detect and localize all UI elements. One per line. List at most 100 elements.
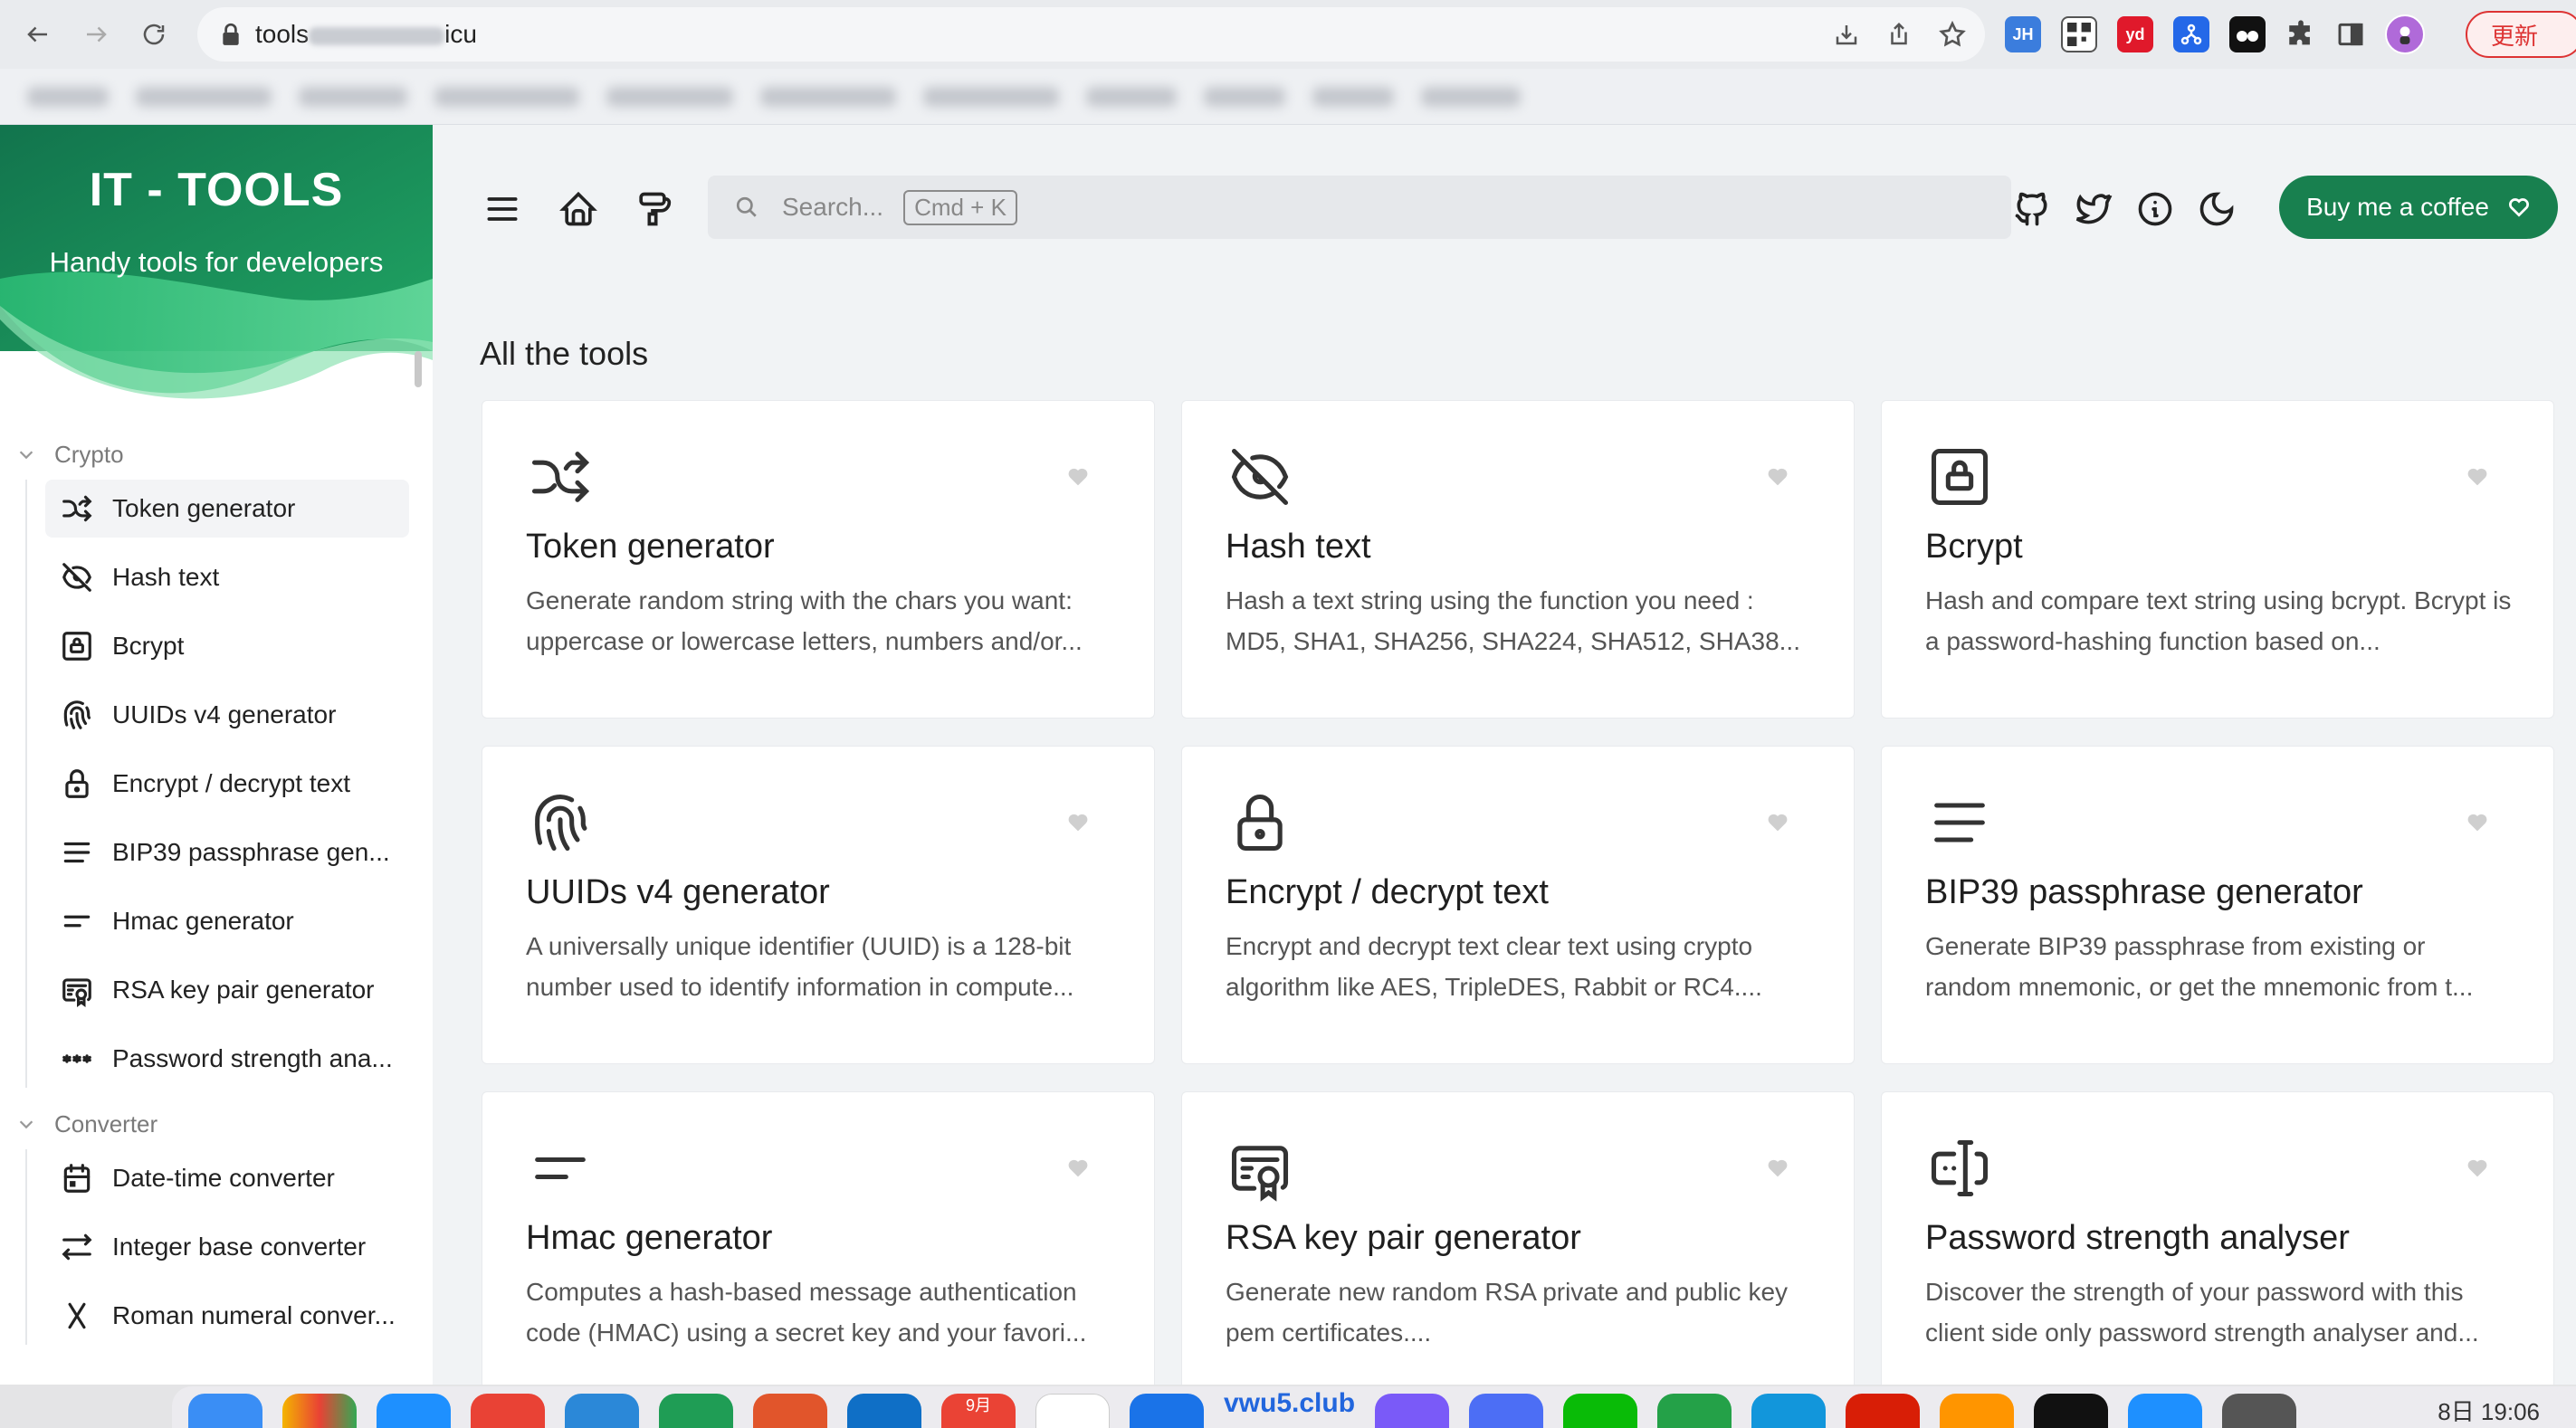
twitter-link[interactable] — [2062, 177, 2125, 241]
tool-card-encrypt-decrypt-text[interactable]: Encrypt / decrypt text Encrypt and decry… — [1181, 746, 1855, 1064]
tool-card-token-generator[interactable]: Token generator Generate random string w… — [482, 400, 1155, 719]
about-button[interactable] — [2123, 177, 2187, 241]
menu-group-items-converter: Date-time converter Integer base convert… — [25, 1149, 433, 1345]
app-store-icon[interactable] — [1130, 1394, 1204, 1428]
bookmark[interactable] — [27, 86, 109, 107]
bookmark[interactable] — [1204, 86, 1285, 107]
lock-square-icon — [62, 632, 91, 661]
certificate-icon — [62, 978, 91, 1007]
sidebar-item-encrypt-decrypt-text[interactable]: Encrypt / decrypt text — [45, 755, 409, 813]
sidebar-item-uuids-v4-generator[interactable]: UUIDs v4 generator — [45, 686, 409, 744]
sidebar-item-bip39-passphrase-generator[interactable]: BIP39 passphrase gen... — [45, 823, 409, 881]
favorite-heart-icon[interactable] — [1765, 1156, 1790, 1181]
calendar-app-icon[interactable]: 9月 — [941, 1394, 1016, 1428]
sidebar-item-token-generator[interactable]: Token generator — [45, 480, 409, 538]
jh-extension-icon[interactable]: JH — [2005, 16, 2041, 52]
excel-app-icon[interactable] — [659, 1394, 733, 1428]
profile-avatar[interactable] — [2385, 14, 2425, 54]
bookmark[interactable] — [434, 86, 579, 107]
sidebar-item-integer-base-converter[interactable]: Integer base converter — [45, 1218, 409, 1276]
favorite-heart-icon[interactable] — [1765, 810, 1790, 835]
powerpoint-app-icon[interactable] — [753, 1394, 827, 1428]
favorite-heart-icon[interactable] — [1765, 464, 1790, 490]
mail-app-icon[interactable] — [1469, 1394, 1544, 1428]
favorite-heart-icon[interactable] — [2465, 810, 2490, 835]
brand-title[interactable]: IT - TOOLS — [0, 163, 433, 217]
bookmark[interactable] — [1086, 86, 1177, 107]
tool-card-bip39-passphrase-generator[interactable]: BIP39 passphrase generator Generate BIP3… — [1881, 746, 2554, 1064]
redis-app-icon[interactable] — [1846, 1394, 1921, 1428]
sublime-app-icon[interactable] — [1940, 1394, 2015, 1428]
short-text-icon — [63, 915, 91, 928]
word-app-icon[interactable] — [847, 1394, 921, 1428]
menu-group-crypto[interactable]: Crypto — [0, 429, 433, 480]
star-icon[interactable] — [1938, 20, 1967, 49]
tool-card-bcrypt[interactable]: Bcrypt Hash and compare text string usin… — [1881, 400, 2554, 719]
reload-button[interactable] — [125, 0, 183, 69]
github-link[interactable] — [2000, 177, 2064, 241]
bookmark[interactable] — [923, 86, 1059, 107]
forward-button[interactable] — [67, 0, 125, 69]
search-placeholder: Search... — [782, 193, 884, 221]
menu-toggle-button[interactable] — [471, 177, 534, 241]
tool-card-hash-text[interactable]: Hash text Hash a text string using the f… — [1181, 400, 1855, 719]
iphone-mirror-app-icon[interactable] — [2222, 1394, 2297, 1428]
bookmark[interactable] — [606, 86, 733, 107]
buy-me-a-coffee-button[interactable]: Buy me a coffee — [2279, 176, 2558, 239]
shuffle-icon — [62, 495, 92, 522]
chrome-app-icon[interactable] — [471, 1394, 545, 1428]
install-icon[interactable] — [1833, 21, 1860, 48]
tool-card-rsa-key-pair-generator[interactable]: RSA key pair generator Generate new rand… — [1181, 1091, 1855, 1410]
tool-card-password-strength-analyser[interactable]: Password strength analyser Discover the … — [1881, 1091, 2554, 1410]
sourcetree-extension-icon[interactable] — [2173, 16, 2209, 52]
favorite-heart-icon[interactable] — [1065, 464, 1091, 490]
puzzle-icon[interactable] — [2285, 19, 2316, 50]
bookmark[interactable] — [136, 86, 272, 107]
finder-app-icon[interactable] — [188, 1394, 262, 1428]
share-icon[interactable] — [1885, 21, 1913, 48]
favorite-heart-icon[interactable] — [2465, 464, 2490, 490]
sidebar-item-password-strength-analyser[interactable]: Password strength ana... — [45, 1030, 409, 1088]
favorite-heart-icon[interactable] — [2465, 1156, 2490, 1181]
bookmark[interactable] — [1421, 86, 1521, 107]
tool-card-uuids-v4-generator[interactable]: UUIDs v4 generator A universally unique … — [482, 746, 1155, 1064]
bookmark[interactable] — [299, 86, 407, 107]
ui-lib-button[interactable] — [621, 177, 684, 241]
bookmark[interactable] — [1312, 86, 1394, 107]
update-button[interactable]: 更新 — [2466, 11, 2576, 58]
youdao-extension-icon[interactable]: yd — [2117, 16, 2153, 52]
back-button[interactable] — [9, 0, 67, 69]
dark-mode-toggle[interactable] — [2185, 177, 2248, 241]
card-description: Generate BIP39 passphrase from existing … — [1925, 932, 2474, 1001]
favorite-heart-icon[interactable] — [1065, 810, 1091, 835]
menu-group-converter[interactable]: Converter — [0, 1099, 433, 1149]
notion-app-icon[interactable] — [2034, 1394, 2109, 1428]
card-description: Hash a text string using the function yo… — [1226, 586, 1800, 655]
sidebar-item-roman-numeral-converter[interactable]: Roman numeral conver... — [45, 1287, 409, 1345]
wechat-app-icon[interactable] — [1563, 1394, 1638, 1428]
tool-card-hmac-generator[interactable]: Hmac generator Computes a hash-based mes… — [482, 1091, 1155, 1410]
dev-app-icon[interactable] — [1375, 1394, 1450, 1428]
sidebar-item-bcrypt[interactable]: Bcrypt — [45, 617, 409, 675]
sidebar-item-hmac-generator[interactable]: Hmac generator — [45, 892, 409, 950]
terminal-app-icon[interactable] — [1657, 1394, 1732, 1428]
launchpad-app-icon[interactable] — [282, 1394, 357, 1428]
sidebar-item-date-time-converter[interactable]: Date-time converter — [45, 1149, 409, 1207]
reminders-app-icon[interactable] — [1035, 1394, 1110, 1428]
sidebar-item-rsa-key-pair-generator[interactable]: RSA key pair generator — [45, 961, 409, 1019]
outlook-app-icon[interactable] — [565, 1394, 639, 1428]
card-description: Encrypt and decrypt text clear text usin… — [1226, 932, 1762, 1001]
sidebar-item-hash-text[interactable]: Hash text — [45, 548, 409, 606]
qr-extension-icon[interactable] — [2061, 16, 2097, 52]
bookmark[interactable] — [760, 86, 896, 107]
favorite-heart-icon[interactable] — [1065, 1156, 1091, 1181]
home-button[interactable] — [547, 177, 610, 241]
address-bar[interactable]: tools icu — [197, 7, 1985, 62]
side-panel-icon[interactable] — [2336, 20, 2365, 49]
safari-app-icon[interactable] — [377, 1394, 451, 1428]
xcode-app-icon[interactable] — [1751, 1394, 1827, 1428]
search-input[interactable]: Search... Cmd + K — [708, 176, 2011, 239]
glasses-extension-icon[interactable] — [2229, 16, 2266, 52]
vscode-app-icon[interactable] — [2128, 1394, 2203, 1428]
search-icon — [736, 196, 757, 217]
